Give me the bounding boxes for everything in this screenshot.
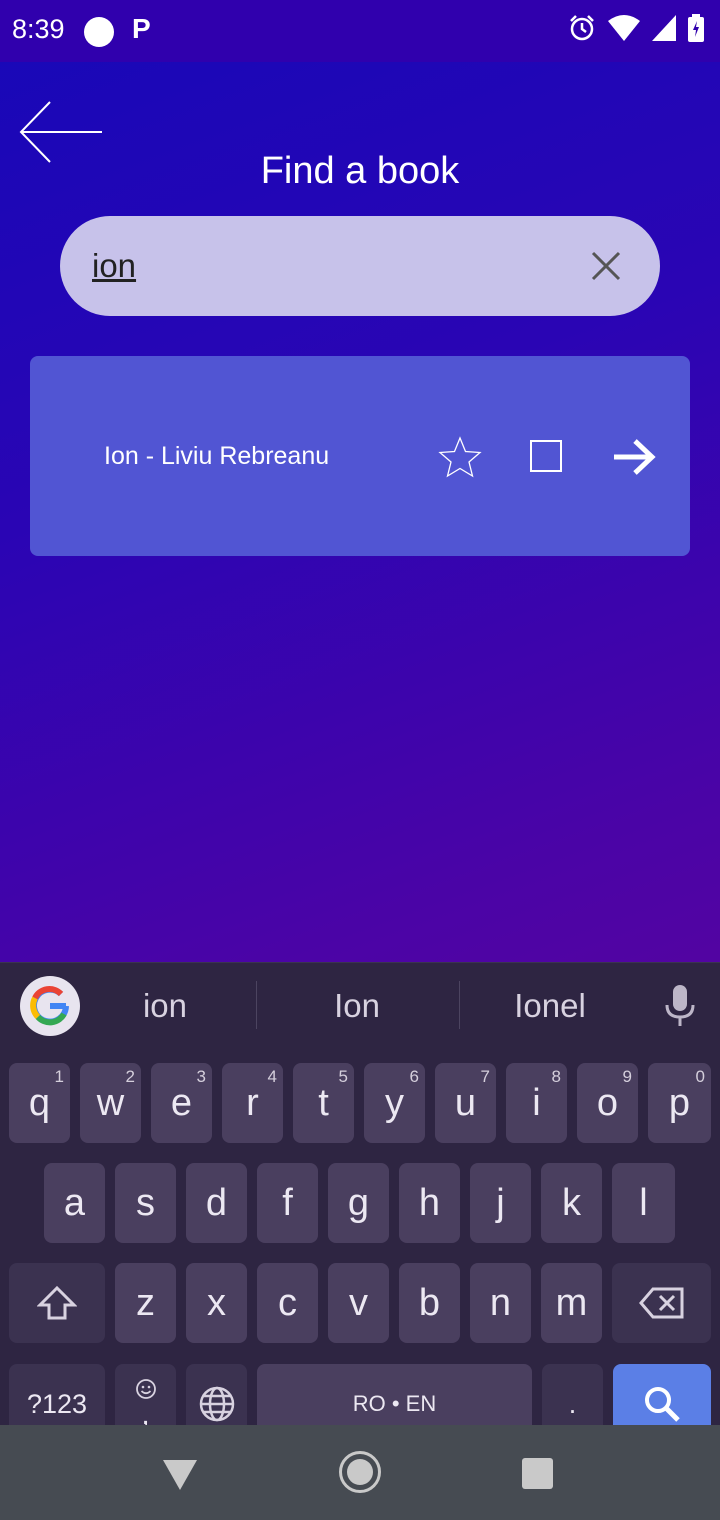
backspace-icon — [638, 1287, 683, 1319]
nav-back-icon[interactable] — [163, 1460, 197, 1490]
google-logo-icon[interactable] — [20, 976, 80, 1036]
notification-app-icon: P — [132, 13, 151, 44]
key-q[interactable]: q1 — [9, 1063, 70, 1143]
nav-home-icon[interactable] — [338, 1450, 382, 1494]
suggestion-bar: ion Ion Ionel — [0, 963, 720, 1055]
key-k[interactable]: k — [541, 1163, 602, 1243]
notification-dot-icon — [84, 17, 114, 47]
key-f[interactable]: f — [257, 1163, 318, 1243]
key-h[interactable]: h — [399, 1163, 460, 1243]
emoji-icon — [135, 1379, 156, 1399]
key-x[interactable]: x — [186, 1263, 247, 1343]
key-y[interactable]: y6 — [364, 1063, 425, 1143]
suggestion-2[interactable]: Ion — [272, 987, 442, 1025]
key-p[interactable]: p0 — [648, 1063, 711, 1143]
key-t[interactable]: t5 — [293, 1063, 354, 1143]
clear-icon[interactable] — [590, 250, 622, 282]
status-time: 8:39 — [12, 14, 65, 44]
suggestion-separator — [256, 981, 257, 1029]
key-m[interactable]: m — [541, 1263, 602, 1343]
shift-icon — [37, 1285, 77, 1320]
key-w[interactable]: w2 — [80, 1063, 141, 1143]
result-title: Ion - Liviu Rebreanu — [104, 442, 330, 470]
key-n[interactable]: n — [470, 1263, 531, 1343]
nav-recent-apps-icon[interactable] — [522, 1458, 553, 1489]
wifi-icon — [608, 15, 640, 41]
key-s[interactable]: s — [115, 1163, 176, 1243]
shift-key[interactable] — [9, 1263, 105, 1343]
key-z[interactable]: z — [115, 1263, 176, 1343]
key-j[interactable]: j — [470, 1163, 531, 1243]
suggestion-1[interactable]: ion — [80, 987, 250, 1025]
key-d[interactable]: d — [186, 1163, 247, 1243]
status-bar: 8:39 P — [0, 0, 720, 62]
select-checkbox[interactable] — [530, 440, 562, 472]
microphone-icon[interactable] — [664, 985, 696, 1027]
key-o[interactable]: o9 — [577, 1063, 638, 1143]
key-u[interactable]: u7 — [435, 1063, 496, 1143]
key-i[interactable]: i8 — [506, 1063, 567, 1143]
alarm-icon — [570, 15, 594, 41]
key-v[interactable]: v — [328, 1263, 389, 1343]
status-icons — [568, 14, 704, 42]
result-card[interactable]: Ion - Liviu Rebreanu — [30, 356, 690, 556]
search-box[interactable] — [60, 216, 660, 316]
keyboard: ion Ion Ionel q1 w2 e3 r4 t5 y6 u7 i8 o9… — [0, 962, 720, 1463]
star-icon[interactable] — [438, 436, 482, 478]
globe-icon — [199, 1386, 234, 1422]
page-title: Find a book — [260, 150, 460, 192]
search-icon — [645, 1387, 680, 1422]
key-g[interactable]: g — [328, 1163, 389, 1243]
search-input[interactable] — [92, 244, 572, 288]
suggestion-separator — [459, 981, 460, 1029]
key-l[interactable]: l — [612, 1163, 675, 1243]
forward-arrow-icon[interactable] — [612, 438, 656, 476]
signal-icon — [652, 15, 676, 41]
nav-bar — [0, 1425, 720, 1520]
suggestion-3[interactable]: Ionel — [465, 987, 635, 1025]
key-b[interactable]: b — [399, 1263, 460, 1343]
key-e[interactable]: e3 — [151, 1063, 212, 1143]
key-a[interactable]: a — [44, 1163, 105, 1243]
key-c[interactable]: c — [257, 1263, 318, 1343]
key-r[interactable]: r4 — [222, 1063, 283, 1143]
backspace-key[interactable] — [612, 1263, 711, 1343]
battery-icon — [688, 14, 704, 42]
